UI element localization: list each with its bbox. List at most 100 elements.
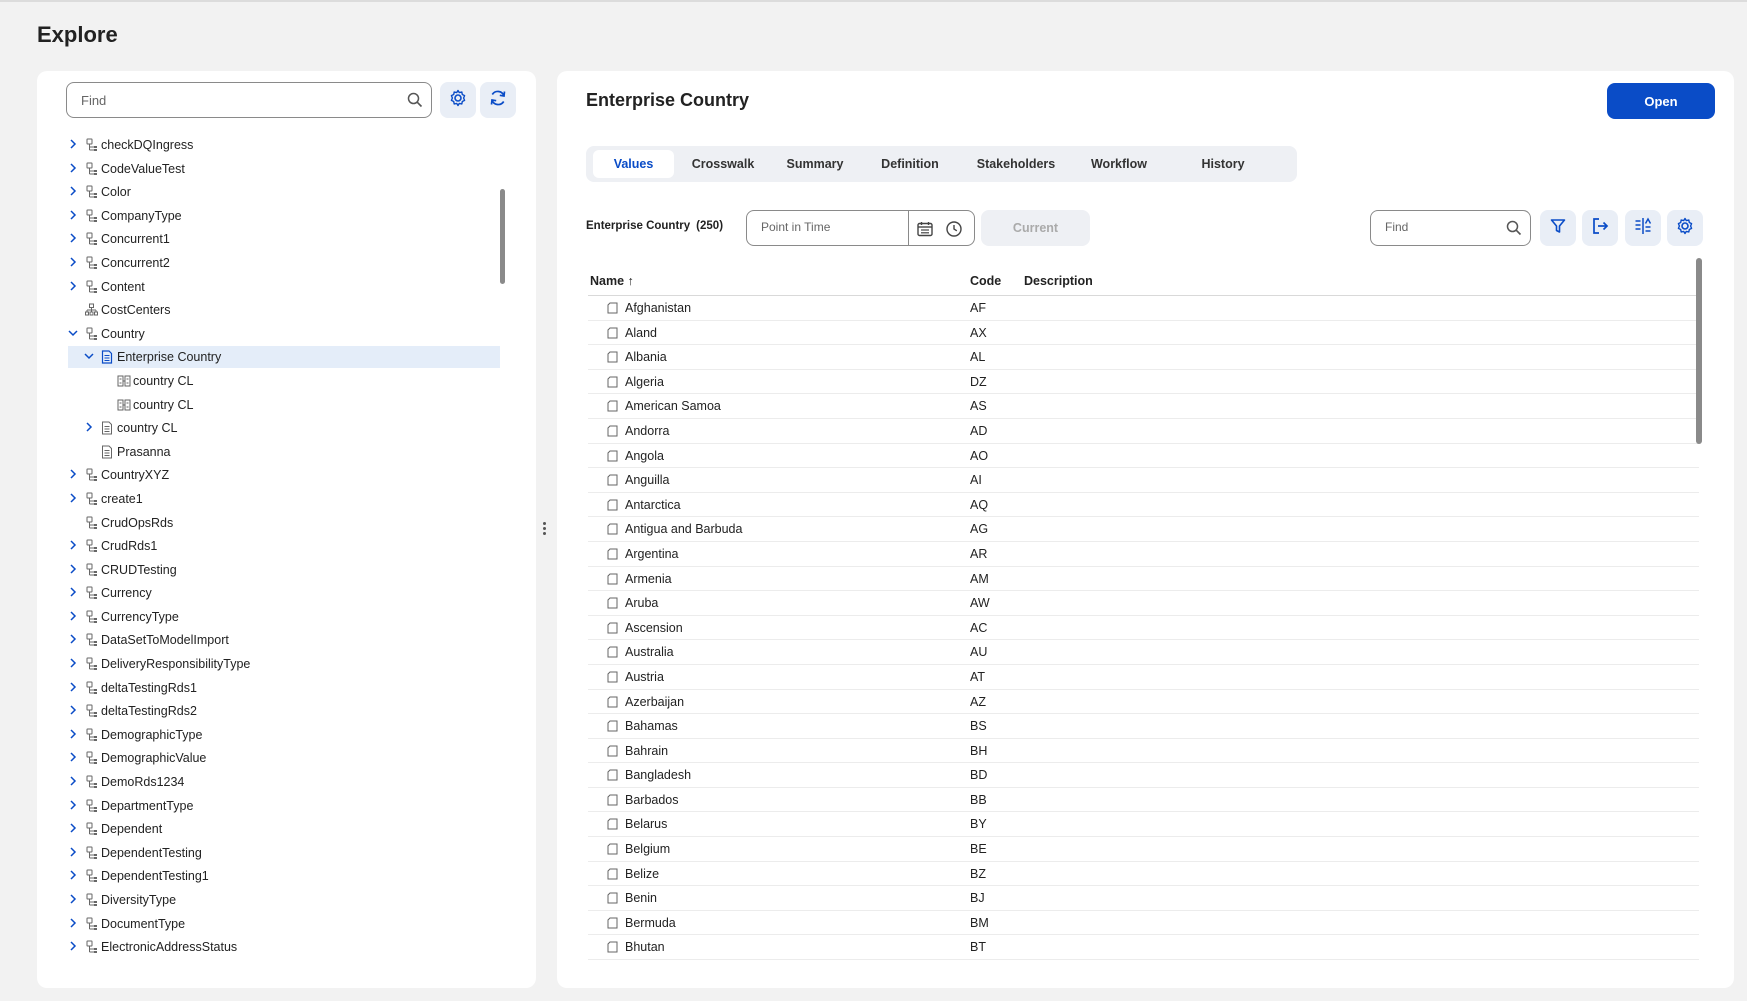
column-header-code[interactable]: Code <box>970 274 1001 288</box>
table-row[interactable]: Antarctica AQ <box>588 493 1699 518</box>
tree-item[interactable]: Concurrent1 <box>37 227 499 251</box>
tree-item[interactable]: CostCenters <box>37 298 499 322</box>
tree-item[interactable]: Prasanna <box>37 440 499 464</box>
grid-settings-button[interactable] <box>1667 210 1703 246</box>
tree-item[interactable]: DepartmentType <box>37 794 499 818</box>
tree-item[interactable]: DemographicType <box>37 723 499 747</box>
tree-item[interactable]: country CL <box>37 369 499 393</box>
chevron-right-icon[interactable] <box>67 610 79 622</box>
tab-stakeholders[interactable]: Stakeholders <box>962 150 1070 178</box>
chevron-right-icon[interactable] <box>67 704 79 716</box>
tree-item[interactable]: country CL <box>37 416 499 440</box>
tree-scrollbar[interactable] <box>500 189 505 284</box>
tree-item[interactable]: Dependent <box>37 817 499 841</box>
tree-item[interactable]: country CL <box>37 393 499 417</box>
tree-item[interactable]: CurrencyType <box>37 605 499 629</box>
tree-item[interactable]: Content <box>37 275 499 299</box>
values-search-field[interactable] <box>1370 210 1531 246</box>
tree-item[interactable]: CRUDTesting <box>37 558 499 582</box>
table-row[interactable]: Albania AL <box>588 345 1699 370</box>
tree-item[interactable]: CompanyType <box>37 204 499 228</box>
tab-crosswalk[interactable]: Crosswalk <box>678 150 768 178</box>
table-row[interactable]: Aland AX <box>588 321 1699 346</box>
tree-item[interactable]: Color <box>37 180 499 204</box>
chevron-right-icon[interactable] <box>67 185 79 197</box>
table-row[interactable]: Ascension AC <box>588 616 1699 641</box>
chevron-right-icon[interactable] <box>67 657 79 669</box>
chevron-right-icon[interactable] <box>67 138 79 150</box>
tree-item[interactable]: DependentTesting <box>37 841 499 865</box>
table-row[interactable]: Belarus BY <box>588 812 1699 838</box>
chevron-right-icon[interactable] <box>67 256 79 268</box>
tree-search-input[interactable] <box>81 91 391 109</box>
tree-item[interactable]: CodeValueTest <box>37 157 499 181</box>
tree-item[interactable]: DependentTesting1 <box>37 864 499 888</box>
current-button[interactable]: Current <box>981 210 1090 246</box>
table-row[interactable]: Armenia AM <box>588 567 1699 592</box>
tree-refresh-button[interactable] <box>480 82 516 118</box>
table-row[interactable]: Anguilla AI <box>588 468 1699 493</box>
chevron-right-icon[interactable] <box>67 492 79 504</box>
values-search-input[interactable] <box>1385 220 1495 234</box>
tree-item[interactable]: Country <box>37 322 499 346</box>
column-header-description[interactable]: Description <box>1024 274 1093 288</box>
chevron-right-icon[interactable] <box>67 869 79 881</box>
clock-icon[interactable] <box>945 220 963 243</box>
chevron-right-icon[interactable] <box>67 563 79 575</box>
table-row[interactable]: Bahamas BS <box>588 714 1699 739</box>
tab-summary[interactable]: Summary <box>772 150 858 178</box>
chevron-right-icon[interactable] <box>67 799 79 811</box>
export-button[interactable] <box>1582 210 1618 246</box>
tree-item[interactable]: DataSetToModelImport <box>37 628 499 652</box>
table-row[interactable]: Aruba AW <box>588 591 1699 616</box>
chevron-right-icon[interactable] <box>67 681 79 693</box>
panel-resize-handle[interactable] <box>543 522 547 538</box>
columns-button[interactable] <box>1625 210 1661 246</box>
table-row[interactable]: Benin BJ <box>588 886 1699 911</box>
table-row[interactable]: Bangladesh BD <box>588 763 1699 788</box>
chevron-right-icon[interactable] <box>67 468 79 480</box>
tree-item[interactable]: deltaTestingRds2 <box>37 699 499 723</box>
table-row[interactable]: Bhutan BT <box>588 935 1699 961</box>
tree-item[interactable]: CountryXYZ <box>37 463 499 487</box>
table-row[interactable]: Angola AO <box>588 444 1699 469</box>
search-icon[interactable] <box>407 92 423 113</box>
tab-definition[interactable]: Definition <box>862 150 958 178</box>
tree-item[interactable]: DemographicValue <box>37 746 499 770</box>
filter-button[interactable] <box>1540 210 1576 246</box>
table-row[interactable]: Argentina AR <box>588 542 1699 567</box>
chevron-down-icon[interactable] <box>67 327 79 339</box>
chevron-down-icon[interactable] <box>83 350 95 362</box>
table-row[interactable]: Belize BZ <box>588 862 1699 887</box>
tree-item[interactable]: DocumentType <box>37 912 499 936</box>
table-row[interactable]: Andorra AD <box>588 419 1699 444</box>
grid-scrollbar[interactable] <box>1696 258 1702 444</box>
table-row[interactable]: Azerbaijan AZ <box>588 690 1699 715</box>
tree-item[interactable]: Currency <box>37 581 499 605</box>
point-in-time-field[interactable] <box>746 210 975 246</box>
open-button[interactable]: Open <box>1607 83 1715 119</box>
tree-item[interactable]: Concurrent2 <box>37 251 499 275</box>
chevron-right-icon[interactable] <box>67 539 79 551</box>
tree-item[interactable]: Enterprise Country <box>37 345 500 369</box>
chevron-right-icon[interactable] <box>67 162 79 174</box>
chevron-right-icon[interactable] <box>67 822 79 834</box>
chevron-right-icon[interactable] <box>67 280 79 292</box>
tree-item[interactable]: DeliveryResponsibilityType <box>37 652 499 676</box>
tab-workflow[interactable]: Workflow <box>1074 150 1164 178</box>
tree-item[interactable]: deltaTestingRds1 <box>37 676 499 700</box>
tree-item[interactable]: create1 <box>37 487 499 511</box>
point-in-time-input[interactable] <box>761 220 901 234</box>
table-row[interactable]: Afghanistan AF <box>588 296 1699 321</box>
chevron-right-icon[interactable] <box>67 940 79 952</box>
tab-values[interactable]: Values <box>593 150 674 178</box>
tree-item[interactable]: ElectronicAddressStatus <box>37 935 499 959</box>
table-row[interactable]: Algeria DZ <box>588 370 1699 395</box>
table-row[interactable]: Austria AT <box>588 665 1699 690</box>
chevron-right-icon[interactable] <box>83 421 95 433</box>
chevron-right-icon[interactable] <box>67 751 79 763</box>
table-row[interactable]: Antigua and Barbuda AG <box>588 517 1699 542</box>
chevron-right-icon[interactable] <box>67 728 79 740</box>
chevron-right-icon[interactable] <box>67 846 79 858</box>
tree-item[interactable]: CrudOpsRds <box>37 511 499 535</box>
